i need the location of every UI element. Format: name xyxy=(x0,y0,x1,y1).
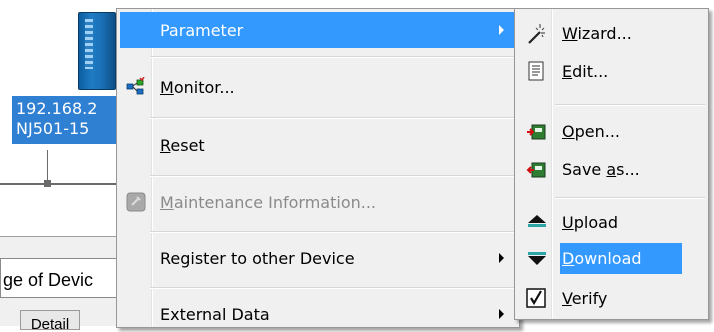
menu-item-label: Monitor... xyxy=(160,77,235,97)
menu-item-label: Reset xyxy=(160,135,205,155)
menu-item-register-to-other-device[interactable]: Register to other Device xyxy=(120,240,516,276)
menu-item-label: Parameter xyxy=(160,20,244,40)
submenu-arrow-icon xyxy=(499,25,504,35)
detail-tab[interactable]: Detail xyxy=(20,310,80,330)
submenu-item-label: Wizard... xyxy=(562,23,632,43)
save-as-icon xyxy=(526,159,546,179)
device-ip-text: 192.168.2 xyxy=(16,99,98,118)
network-line xyxy=(0,183,120,185)
wizard-wand-icon xyxy=(526,23,546,44)
submenu-item-open[interactable]: Open... xyxy=(518,113,705,149)
submenu-item-label: Verify xyxy=(562,288,608,308)
menu-item-label: External Data xyxy=(160,304,270,324)
submenu-arrow-icon xyxy=(499,253,504,263)
parameter-submenu: Wizard... Edit... Open... Save as... Upl… xyxy=(514,8,709,320)
menu-separator xyxy=(150,231,516,233)
context-menu: Parameter Monitor... Reset Maintenance I… xyxy=(116,8,520,328)
submenu-item-label: Open... xyxy=(562,121,620,141)
device-label[interactable]: 192.168.2 NJ501-15 xyxy=(12,96,116,144)
menu-separator xyxy=(150,287,516,289)
network-drop-line xyxy=(47,150,48,184)
maintenance-icon xyxy=(126,192,146,212)
submenu-separator xyxy=(555,197,705,199)
submenu-item-download[interactable]: Download xyxy=(518,240,705,276)
submenu-arrow-icon xyxy=(499,309,504,319)
device-icon[interactable] xyxy=(78,12,116,90)
submenu-separator xyxy=(555,104,705,106)
submenu-item-label: Save as... xyxy=(562,159,640,179)
edit-document-icon xyxy=(526,61,546,81)
submenu-item-label: Download xyxy=(560,242,682,274)
network-node xyxy=(44,180,51,187)
menu-item-label: Register to other Device xyxy=(160,248,355,268)
menu-item-external-data[interactable]: External Data xyxy=(120,296,516,332)
status-tab[interactable]: ge of Devic xyxy=(0,258,122,298)
submenu-item-wizard[interactable]: Wizard... xyxy=(518,15,705,51)
submenu-item-label: Upload xyxy=(562,212,619,232)
menu-item-label: Maintenance Information... xyxy=(160,192,377,212)
menu-separator xyxy=(150,56,516,58)
submenu-item-label: Edit... xyxy=(562,61,609,81)
submenu-item-verify[interactable]: Verify xyxy=(518,280,705,316)
submenu-item-edit[interactable]: Edit... xyxy=(518,53,705,89)
monitor-icon xyxy=(126,76,146,97)
submenu-item-save-as[interactable]: Save as... xyxy=(518,151,705,187)
menu-separator xyxy=(150,117,516,119)
menu-item-reset[interactable]: Reset xyxy=(120,127,516,163)
open-folder-icon xyxy=(526,121,546,141)
upload-icon xyxy=(526,212,546,232)
download-icon xyxy=(526,248,546,268)
device-model-text: NJ501-15 xyxy=(16,119,90,138)
menu-item-monitor[interactable]: Monitor... xyxy=(120,69,516,105)
submenu-item-upload[interactable]: Upload xyxy=(518,204,705,240)
menu-item-parameter[interactable]: Parameter xyxy=(120,12,516,48)
menu-item-maintenance-information: Maintenance Information... xyxy=(120,184,516,220)
verify-checkbox-icon xyxy=(526,288,546,308)
menu-separator xyxy=(150,175,516,177)
